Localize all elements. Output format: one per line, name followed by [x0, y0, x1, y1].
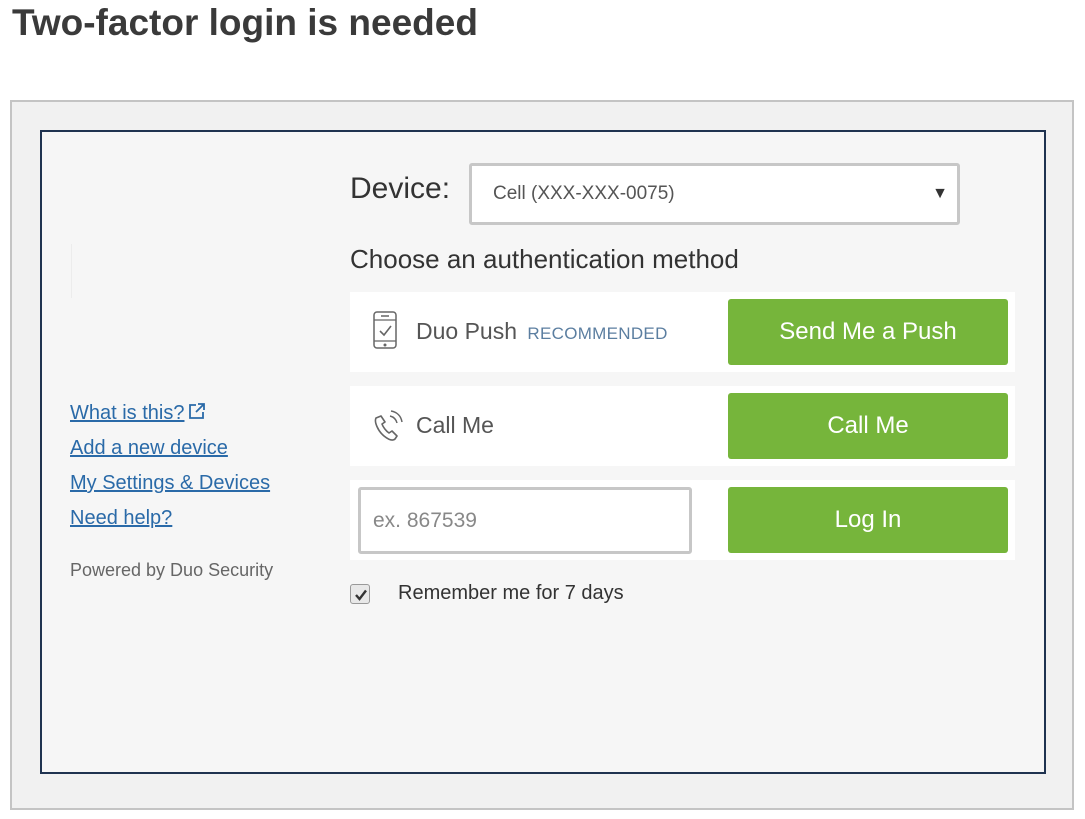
page-title: Two-factor login is needed [12, 2, 478, 43]
dropdown-arrow-icon: ▼ [932, 185, 948, 202]
external-link-icon [189, 403, 206, 419]
phone-push-icon [373, 311, 397, 349]
send-push-button[interactable]: Send Me a Push [728, 299, 1008, 365]
duo-auth-frame: What is this? Add a new device My Settin… [40, 130, 1046, 774]
help-links: What is this? Add a new device My Settin… [70, 400, 270, 540]
recommended-badge: RECOMMENDED [527, 324, 668, 343]
log-in-button[interactable]: Log In [728, 487, 1008, 553]
what-is-this-link[interactable]: What is this? [70, 400, 270, 435]
remember-me-label: Remember me for 7 days [398, 582, 624, 604]
duo-push-label: Duo Push RECOMMENDED [416, 318, 668, 344]
my-settings-devices-link[interactable]: My Settings & Devices [70, 470, 270, 505]
device-select[interactable]: Cell (XXX-XXX-0075) ▼ [469, 163, 960, 225]
call-me-button[interactable]: Call Me [728, 393, 1008, 459]
call-me-label: Call Me [416, 412, 494, 438]
logo-placeholder-divider [71, 244, 72, 298]
passcode-input[interactable] [358, 487, 692, 554]
phone-call-icon [374, 410, 403, 441]
duo-push-row: Duo Push RECOMMENDED Send Me a Push [350, 292, 1015, 372]
checkmark-icon [355, 589, 367, 601]
remember-me-checkbox[interactable] [350, 584, 370, 604]
passcode-row: Log In [350, 480, 1015, 560]
device-label: Device: [350, 172, 451, 205]
need-help-link[interactable]: Need help? [70, 505, 270, 540]
powered-by-text: Powered by Duo Security [70, 560, 274, 580]
device-select-value: Cell (XXX-XXX-0075) [493, 183, 675, 204]
add-new-device-link[interactable]: Add a new device [70, 435, 270, 470]
choose-method-heading: Choose an authentication method [350, 244, 739, 274]
call-me-row: Call Me Call Me [350, 386, 1015, 466]
